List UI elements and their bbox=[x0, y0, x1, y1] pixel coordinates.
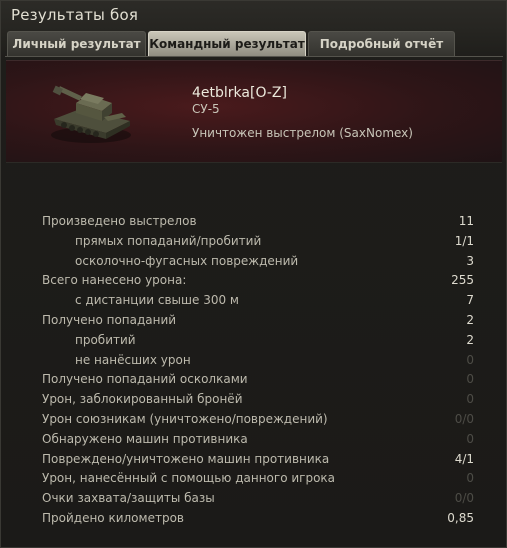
stat-row: Всего нанесено урона: 255 bbox=[1, 271, 507, 291]
window-title: Результаты боя bbox=[11, 6, 139, 24]
stat-value: 0 bbox=[466, 431, 474, 446]
stat-row: не нанёсших урон 0 bbox=[1, 351, 507, 371]
stat-label: Пройдено километров bbox=[42, 510, 184, 525]
stat-row: Пройдено километров 0,85 bbox=[1, 509, 507, 529]
stat-label: не нанёсших урон bbox=[75, 352, 191, 367]
stat-value: 7 bbox=[466, 293, 474, 308]
stat-label: Очки захвата/защиты базы bbox=[42, 491, 215, 506]
stat-row: с дистанции свыше 300 м 7 bbox=[1, 291, 507, 311]
stat-row: Урон, заблокированный бронёй 0 bbox=[1, 390, 507, 410]
stat-value: 1/1 bbox=[454, 233, 474, 248]
stat-row: Повреждено/уничтожено машин противника 4/… bbox=[1, 450, 507, 470]
stat-row: прямых попаданий/пробитий 1/1 bbox=[1, 232, 507, 252]
stat-row: Обнаружено машин противника 0 bbox=[1, 430, 507, 450]
stat-row: Очки захвата/защиты базы 0/0 bbox=[1, 489, 507, 509]
stat-label: Получено попаданий осколками bbox=[42, 372, 248, 387]
stat-label: Урон союзникам (уничтожено/повреждений) bbox=[42, 411, 328, 426]
stat-label: с дистанции свыше 300 м bbox=[75, 293, 239, 308]
stat-label: осколочно-фугасных повреждений bbox=[75, 253, 299, 268]
player-name: 4etblrka[O-Z] bbox=[192, 85, 287, 101]
stat-label: прямых попаданий/пробитий bbox=[75, 233, 262, 248]
stat-row: Произведено выстрелов 11 bbox=[1, 212, 507, 232]
vehicle-name: СУ-5 bbox=[192, 102, 220, 116]
stat-value: 11 bbox=[458, 214, 474, 228]
tab-bar: Личный результат Командный результат Под… bbox=[5, 31, 504, 57]
stat-label: Урон, заблокированный бронёй bbox=[42, 392, 243, 407]
tab-team-result[interactable]: Командный результат bbox=[148, 31, 306, 56]
stat-row: Урон союзникам (уничтожено/повреждений) 0… bbox=[1, 410, 507, 430]
stat-row: пробитий 2 bbox=[1, 331, 507, 351]
stat-value: 2 bbox=[466, 312, 474, 327]
stat-value: 0 bbox=[466, 392, 474, 407]
stat-label: Обнаружено машин противника bbox=[42, 431, 248, 446]
stat-value: 3 bbox=[466, 253, 474, 268]
stat-value: 4/1 bbox=[454, 451, 474, 466]
stat-label: Произведено выстрелов bbox=[42, 214, 197, 228]
player-header-panel: 4etblrka[O-Z] СУ-5 Уничтожен выстрелом (… bbox=[6, 60, 502, 163]
stat-label: пробитий bbox=[75, 332, 136, 347]
stat-value: 0 bbox=[466, 352, 474, 367]
tab-personal-result[interactable]: Личный результат bbox=[7, 31, 146, 56]
stat-value: 0,85 bbox=[447, 510, 474, 525]
stat-row: Получено попаданий 2 bbox=[1, 311, 507, 331]
stat-value: 0/0 bbox=[454, 491, 474, 506]
stats-list: Произведено выстрелов 11 прямых попаданий/… bbox=[1, 212, 507, 529]
tab-detailed-report[interactable]: Подробный отчёт bbox=[308, 31, 455, 56]
death-info: Уничтожен выстрелом (SaxNomex) bbox=[192, 126, 413, 140]
self-propelled-gun-icon bbox=[51, 85, 131, 143]
stat-label: Получено попаданий bbox=[42, 312, 177, 327]
stat-value: 0/0 bbox=[454, 411, 474, 426]
stat-row: осколочно-фугасных повреждений 3 bbox=[1, 252, 507, 272]
battle-results-window: Результаты боя Личный результат Командны… bbox=[0, 0, 507, 548]
stat-value: 2 bbox=[466, 332, 474, 347]
tab-divider bbox=[5, 56, 503, 57]
stat-label: Повреждено/уничтожено машин противника bbox=[42, 451, 330, 466]
stat-label: Всего нанесено урона: bbox=[42, 273, 187, 288]
stat-value: 0 bbox=[466, 372, 474, 387]
stat-value: 255 bbox=[451, 273, 474, 288]
stat-value: 0 bbox=[466, 471, 474, 486]
stat-label: Урон, нанесённый с помощью данного игрок… bbox=[42, 471, 336, 486]
stat-row: Получено попаданий осколками 0 bbox=[1, 370, 507, 390]
stat-row: Урон, нанесённый с помощью данного игрок… bbox=[1, 469, 507, 489]
